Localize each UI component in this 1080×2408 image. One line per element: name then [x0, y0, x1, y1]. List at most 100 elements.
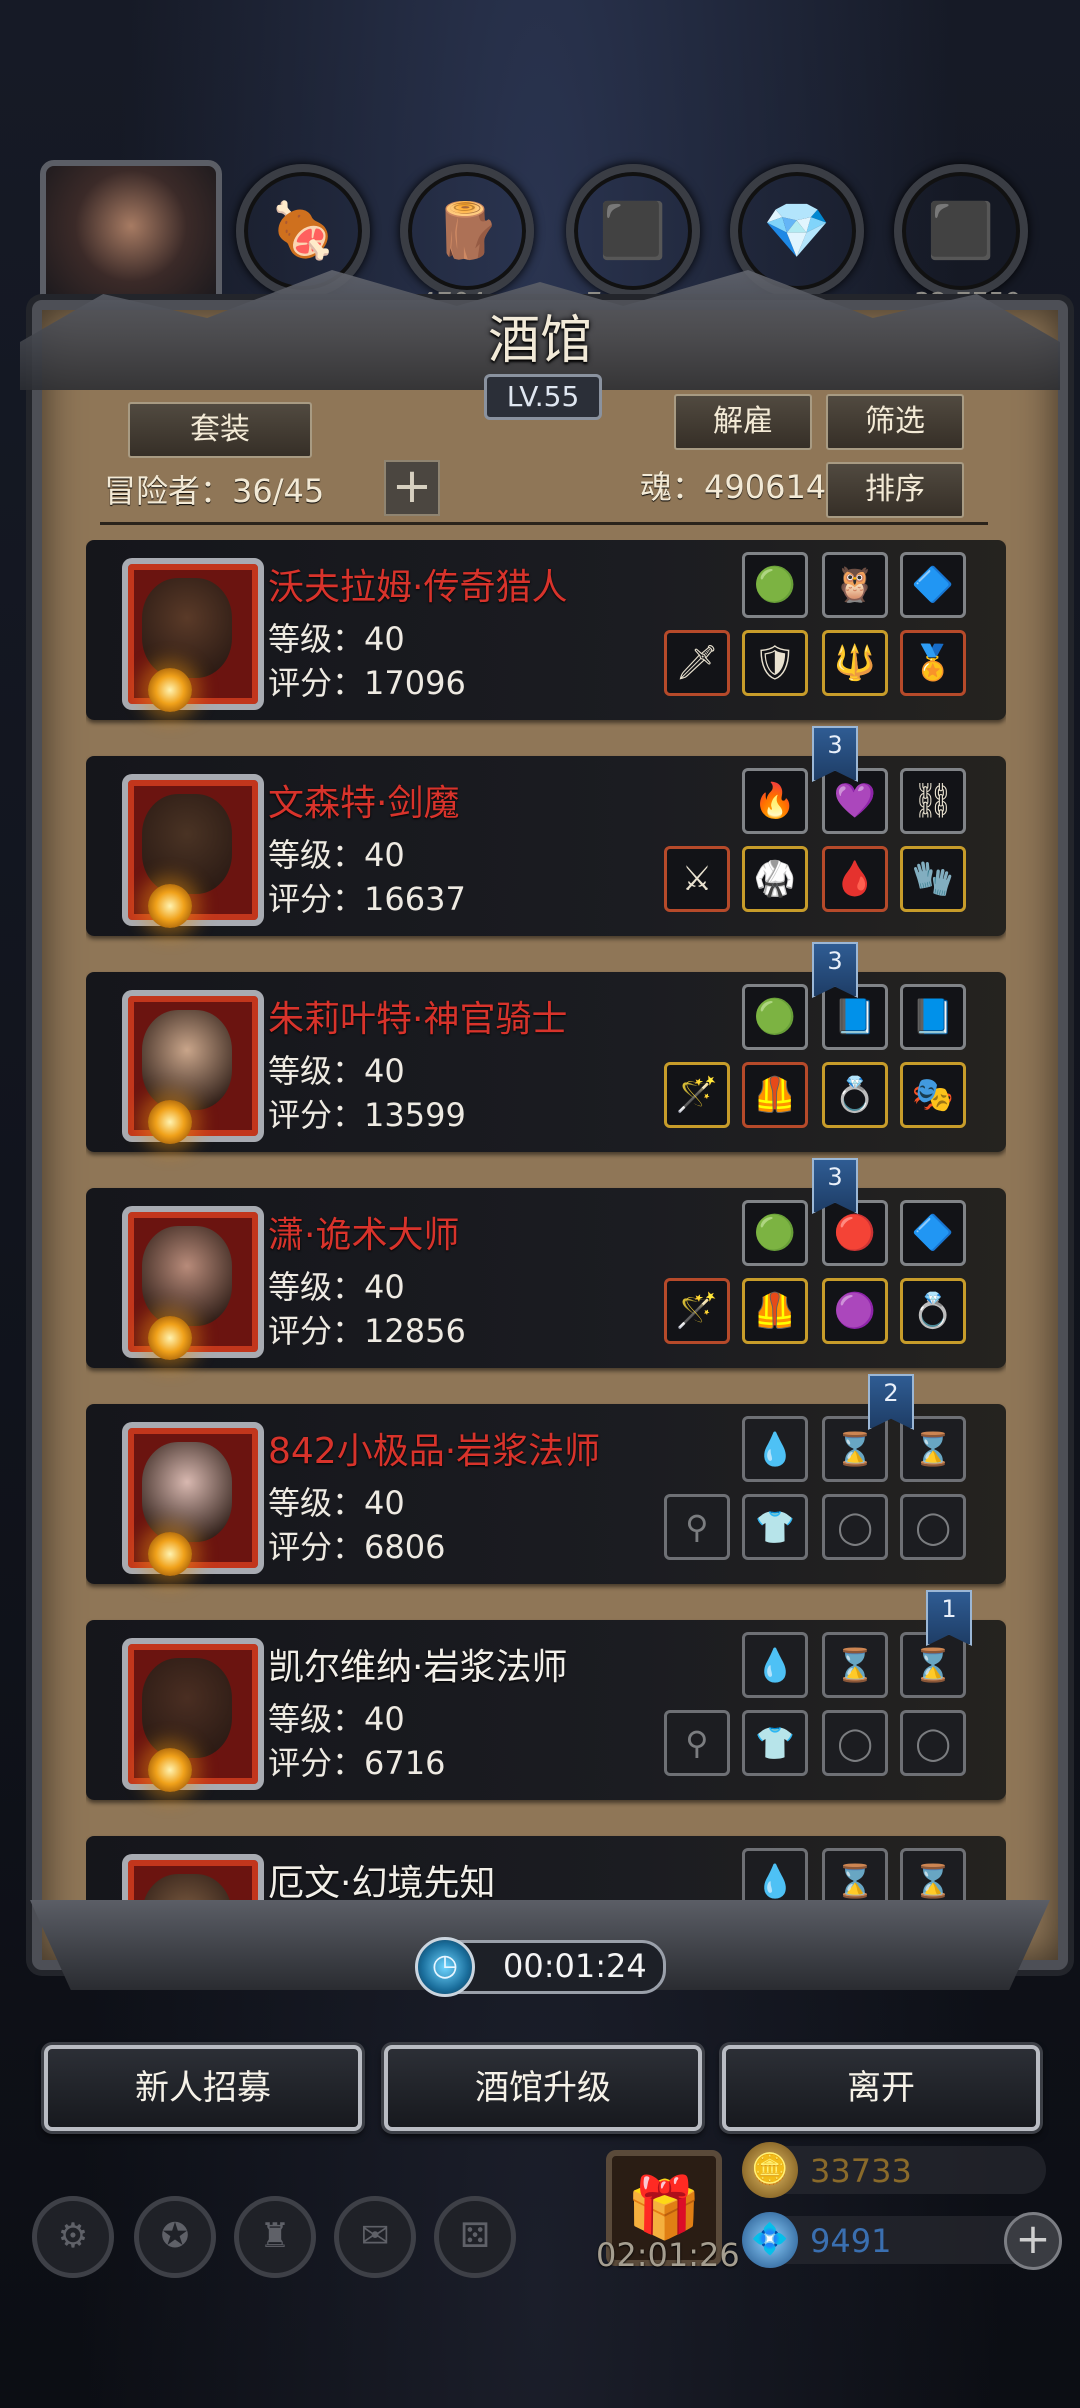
equipment-slot[interactable]: 🔱 [822, 630, 888, 696]
hero-score: 评分：13599 [268, 1096, 466, 1134]
equipment-slot[interactable]: 🟢 [742, 1200, 808, 1266]
hero-portrait-image [142, 794, 232, 894]
hero-avatar[interactable] [122, 558, 264, 710]
equipment-slot[interactable]: 💍 [822, 1062, 888, 1128]
timer-text: 00:01:24 [503, 1947, 647, 1985]
hero-row[interactable]: 沃夫拉姆·传奇猎人 等级：40 评分：17096 🟢 🦉 🔷 🗡 🛡 🔱 🏅 [86, 540, 1006, 720]
empty-equipment-slot[interactable]: ⚲ [664, 1494, 730, 1560]
empty-equipment-slot[interactable]: ⌛ [822, 1416, 888, 1482]
equipment-slot[interactable]: 🛡 [742, 630, 808, 696]
hero-portrait-image [142, 1658, 232, 1758]
equipment-slot[interactable]: 🟣 [822, 1278, 888, 1344]
empty-equipment-slot[interactable]: ⌛ [822, 1632, 888, 1698]
hero-name: 潇·诡术大师 [268, 1215, 460, 1256]
settings-gear-icon[interactable]: ⚙ [32, 2196, 114, 2278]
clock-icon: ◷ [415, 1937, 475, 1997]
hero-name: 沃夫拉姆·传奇猎人 [268, 567, 568, 608]
equipment-slot[interactable]: 🧤 [900, 846, 966, 912]
hero-row[interactable]: 凯尔维纳·岩浆法师 等级：40 评分：6716 💧 ⌛ ⌛ ⚲ 👕 ◯ ◯ [86, 1620, 1006, 1800]
gold-coin-icon: 🪙 [742, 2142, 798, 2198]
empty-equipment-slot[interactable]: 👕 [742, 1494, 808, 1560]
hero-rank-emblem-icon [148, 1748, 192, 1792]
hero-avatar[interactable] [122, 1638, 264, 1790]
equipment-slot[interactable]: 🪄 [664, 1062, 730, 1128]
hero-level: 等级：40 [268, 836, 405, 874]
player-portrait[interactable] [40, 160, 222, 322]
hero-row[interactable]: 文森特·剑魔 等级：40 评分：16637 🔥 💜 ⛓ ⚔ 🥋 🩸 🧤 [86, 756, 1006, 936]
equipment-slot[interactable]: 🔷 [900, 552, 966, 618]
equipment-slot[interactable]: 🟢 [742, 552, 808, 618]
equipment-slot[interactable]: 🩸 [822, 846, 888, 912]
equipment-slot[interactable]: 🗡 [664, 630, 730, 696]
hero-rank-emblem-icon [148, 668, 192, 712]
equipment-slot[interactable]: 🎭 [900, 1062, 966, 1128]
equipment-slot[interactable]: 🔷 [900, 1200, 966, 1266]
hero-name: 朱莉叶特·神官骑士 [268, 999, 568, 1040]
gold-amount: 33733 [810, 2152, 912, 2190]
empty-equipment-slot[interactable]: 💧 [742, 1632, 808, 1698]
dice-icon[interactable]: ⚄ [434, 2196, 516, 2278]
guild-icon[interactable]: ♜ [234, 2196, 316, 2278]
equipment-slot[interactable]: ⛓ [900, 768, 966, 834]
empty-equipment-slot[interactable]: ◯ [900, 1710, 966, 1776]
equipment-slot[interactable]: 🥋 [742, 846, 808, 912]
hero-row[interactable]: 842小极品·岩浆法师 等级：40 评分：6806 💧 ⌛ ⌛ ⚲ 👕 ◯ ◯ [86, 1404, 1006, 1584]
equipment-slot[interactable]: 🔥 [742, 768, 808, 834]
adventurer-count: 冒险者：36/45 [104, 472, 325, 510]
equipment-slot[interactable]: 🪄 [664, 1278, 730, 1344]
leave-button[interactable]: 离开 [722, 2045, 1040, 2131]
hero-level: 等级：40 [268, 1700, 405, 1738]
soul-count: 魂：490614 [640, 468, 827, 506]
sort-button[interactable]: 排序 [826, 462, 964, 518]
set-button[interactable]: 套装 [128, 402, 312, 458]
hero-rank-emblem-icon [148, 1100, 192, 1144]
stone-icon: ⬛ [894, 164, 1028, 298]
hero-name: 厄文·幻境先知 [268, 1863, 496, 1904]
hero-avatar[interactable] [122, 1206, 264, 1358]
upgrade-tavern-button[interactable]: 酒馆升级 [384, 2045, 702, 2131]
add-gems-button[interactable]: + [1004, 2212, 1062, 2270]
hero-score: 评分：16637 [268, 880, 466, 918]
hero-avatar[interactable] [122, 1422, 264, 1574]
panel-title: 酒馆 [487, 311, 592, 371]
hero-avatar[interactable] [122, 774, 264, 926]
hero-score: 评分：17096 [268, 664, 466, 702]
equipment-slot[interactable]: 🟢 [742, 984, 808, 1050]
empty-equipment-slot[interactable]: ⚲ [664, 1710, 730, 1776]
hero-level: 等级：40 [268, 1052, 405, 1090]
equipment-slot[interactable]: 🦺 [742, 1278, 808, 1344]
hero-portrait-image [142, 1442, 232, 1542]
hero-portrait-image [142, 578, 232, 678]
filter-button[interactable]: 筛选 [826, 394, 964, 450]
empty-equipment-slot[interactable]: ◯ [822, 1710, 888, 1776]
equipment-slot[interactable]: 🦉 [822, 552, 888, 618]
empty-equipment-slot[interactable]: ◯ [900, 1494, 966, 1560]
hero-list[interactable]: 沃夫拉姆·传奇猎人 等级：40 评分：17096 🟢 🦉 🔷 🗡 🛡 🔱 🏅 文森特·剑魔 等级：40… [86, 540, 1006, 1915]
achievement-icon[interactable]: ✪ [134, 2196, 216, 2278]
hero-avatar[interactable] [122, 990, 264, 1142]
equipment-slot[interactable]: 🦺 [742, 1062, 808, 1128]
hero-score: 评分：6716 [268, 1744, 446, 1782]
iron-icon: ⬛ [566, 164, 700, 298]
hero-score: 评分：12856 [268, 1312, 466, 1350]
tavern-level-badge: LV.55 [484, 374, 602, 420]
hero-row[interactable]: 朱莉叶特·神官骑士 等级：40 评分：13599 🟢 📘 📘 🪄 🦺 💍 🎭 [86, 972, 1006, 1152]
gem-counter: 💠 9491 [742, 2212, 1046, 2268]
expand-capacity-button[interactable]: + [384, 460, 440, 516]
equipment-slot[interactable]: 💍 [900, 1278, 966, 1344]
header-divider [100, 522, 988, 525]
recruit-button[interactable]: 新人招募 [44, 2045, 362, 2131]
hero-rank-emblem-icon [148, 1532, 192, 1576]
empty-equipment-slot[interactable]: 💧 [742, 1416, 808, 1482]
hero-level: 等级：40 [268, 1268, 405, 1306]
empty-equipment-slot[interactable]: ◯ [822, 1494, 888, 1560]
empty-equipment-slot[interactable]: 👕 [742, 1710, 808, 1776]
hero-score: 评分：6806 [268, 1528, 446, 1566]
hero-rank-emblem-icon [148, 884, 192, 928]
equipment-slot[interactable]: 🏅 [900, 630, 966, 696]
equipment-slot[interactable]: 📘 [900, 984, 966, 1050]
mail-icon[interactable]: ✉ [334, 2196, 416, 2278]
equipment-slot[interactable]: ⚔ [664, 846, 730, 912]
dismiss-button[interactable]: 解雇 [674, 394, 812, 450]
hero-row[interactable]: 潇·诡术大师 等级：40 评分：12856 🟢 🔴 🔷 🪄 🦺 🟣 💍 [86, 1188, 1006, 1368]
